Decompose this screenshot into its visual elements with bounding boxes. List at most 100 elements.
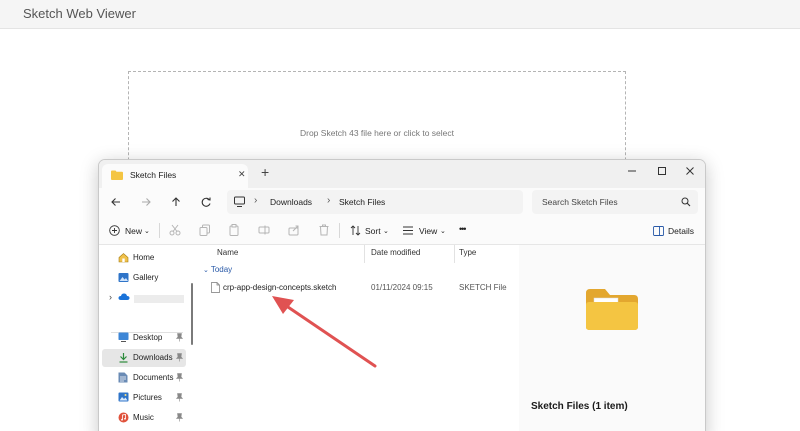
search-icon: [681, 197, 691, 207]
explorer-body: Home Gallery › Desktop Downloads Documen…: [99, 245, 705, 431]
documents-icon: [118, 372, 128, 383]
new-tab-icon[interactable]: +: [261, 165, 269, 179]
more-options-icon[interactable]: •••: [459, 224, 467, 238]
onedrive-icon: [118, 293, 130, 300]
rename-icon[interactable]: [258, 224, 270, 236]
address-field[interactable]: › Downloads › Sketch Files: [227, 190, 523, 214]
close-window-icon[interactable]: [683, 164, 697, 178]
column-header-name[interactable]: Name: [217, 248, 238, 257]
chevron-right-icon[interactable]: ›: [254, 195, 257, 206]
search-placeholder: Search Sketch Files: [542, 197, 618, 207]
column-header-type[interactable]: Type: [459, 248, 476, 257]
share-icon[interactable]: [288, 224, 300, 236]
sidebar-item-pictures[interactable]: Pictures: [102, 389, 186, 407]
sort-label: Sort: [365, 226, 381, 236]
chevron-down-icon: ⌄: [383, 228, 389, 235]
chevron-right-icon[interactable]: ›: [327, 195, 330, 206]
sidebar-item-onedrive[interactable]: ›: [102, 289, 186, 307]
minimize-icon[interactable]: [625, 164, 639, 178]
maximize-icon[interactable]: [655, 164, 669, 178]
new-label: New: [125, 226, 143, 236]
paste-icon[interactable]: [228, 224, 240, 236]
address-bar-row: › Downloads › Sketch Files Search Sketch…: [99, 188, 705, 216]
group-header-today[interactable]: ⌄ Today: [203, 265, 232, 274]
app-header: Sketch Web Viewer: [0, 0, 800, 29]
sidebar-item-music[interactable]: Music: [102, 409, 186, 427]
sort-button[interactable]: Sort ⌄: [350, 224, 390, 238]
table-row[interactable]: crp-app-design-concepts.sketch 01/11/202…: [197, 279, 519, 299]
music-icon: [118, 412, 129, 423]
sidebar-item-label: Home: [133, 253, 155, 262]
new-button[interactable]: New ⌄: [109, 224, 154, 238]
refresh-icon[interactable]: [199, 195, 213, 209]
group-label: Today: [210, 265, 233, 274]
chevron-down-icon: ⌄: [203, 267, 211, 274]
sidebar-item-documents[interactable]: Documents: [102, 369, 186, 387]
home-icon: [118, 253, 129, 263]
sidebar-item-downloads[interactable]: Downloads: [102, 349, 186, 367]
column-divider[interactable]: [364, 245, 365, 263]
view-button[interactable]: View ⌄: [402, 224, 446, 238]
sidebar-item-label: Downloads: [133, 353, 173, 362]
toolbar-divider: [159, 223, 160, 238]
pin-icon: [176, 413, 183, 422]
folder-icon: [111, 170, 123, 180]
details-pane-icon: [653, 226, 664, 236]
chevron-right-icon[interactable]: ›: [109, 292, 112, 302]
pin-icon: [176, 333, 183, 342]
file-name: crp-app-design-concepts.sketch: [223, 283, 337, 292]
breadcrumb-sketch-files[interactable]: Sketch Files: [339, 197, 385, 207]
command-bar: New ⌄ Sort ⌄ View ⌄ ••• Details: [99, 216, 705, 245]
toolbar-divider: [339, 223, 340, 238]
file-icon: [211, 282, 220, 293]
sort-icon: [350, 225, 361, 236]
close-tab-icon[interactable]: ✕: [238, 169, 246, 180]
cut-icon[interactable]: [169, 224, 181, 236]
sidebar-item-desktop[interactable]: Desktop: [102, 329, 186, 347]
plus-circle-icon: [109, 225, 120, 236]
view-label: View: [419, 226, 438, 236]
tab-sketch-files[interactable]: Sketch Files ✕: [102, 164, 248, 188]
title-bar: Sketch Files ✕ +: [99, 160, 705, 188]
chevron-down-icon: ⌄: [144, 228, 150, 235]
scrollbar-thumb[interactable]: [191, 283, 193, 345]
chevron-down-icon: ⌄: [440, 228, 446, 235]
gallery-icon: [118, 273, 129, 282]
sidebar-item-label: Music: [133, 413, 154, 422]
details-label: Details: [668, 226, 694, 236]
forward-icon[interactable]: [139, 195, 153, 209]
pin-icon: [176, 353, 183, 362]
tab-label: Sketch Files: [130, 170, 177, 180]
pin-icon: [176, 393, 183, 402]
dropzone-text: Drop Sketch 43 file here or click to sel…: [299, 128, 454, 138]
app-title: Sketch Web Viewer: [23, 6, 136, 21]
up-icon[interactable]: [169, 195, 183, 209]
file-list: Name Date modified Type ⌄ Today crp-app-…: [197, 245, 519, 431]
delete-icon[interactable]: [318, 224, 330, 236]
search-input[interactable]: Search Sketch Files: [532, 190, 698, 214]
file-date: 01/11/2024 09:15: [371, 283, 433, 292]
sidebar-item-label: Desktop: [133, 333, 163, 342]
sidebar-item-label: Pictures: [133, 393, 162, 402]
column-header-date[interactable]: Date modified: [371, 248, 420, 257]
sidebar-item-gallery[interactable]: Gallery: [102, 269, 186, 287]
column-divider[interactable]: [454, 245, 455, 263]
this-pc-icon: [234, 196, 245, 207]
back-icon[interactable]: [109, 195, 123, 209]
sidebar-item-home[interactable]: Home: [102, 249, 186, 267]
copy-icon[interactable]: [199, 224, 211, 236]
details-button[interactable]: Details: [653, 224, 697, 238]
navigation-pane: Home Gallery › Desktop Downloads Documen…: [99, 245, 189, 431]
sidebar-item-label: Gallery: [133, 273, 159, 282]
file-explorer-window: Sketch Files ✕ + › Downloads › Sketch Fi…: [98, 159, 706, 431]
download-icon: [119, 353, 128, 363]
pin-icon: [176, 373, 183, 382]
view-icon: [403, 226, 413, 235]
file-type: SKETCH File: [459, 283, 507, 292]
desktop-icon: [118, 332, 129, 342]
details-pane: Sketch Files (1 item): [519, 245, 705, 431]
sidebar-item-label: Documents: [133, 373, 174, 382]
folder-preview-icon: [586, 289, 638, 330]
pictures-icon: [118, 392, 129, 402]
breadcrumb-downloads[interactable]: Downloads: [270, 197, 312, 207]
